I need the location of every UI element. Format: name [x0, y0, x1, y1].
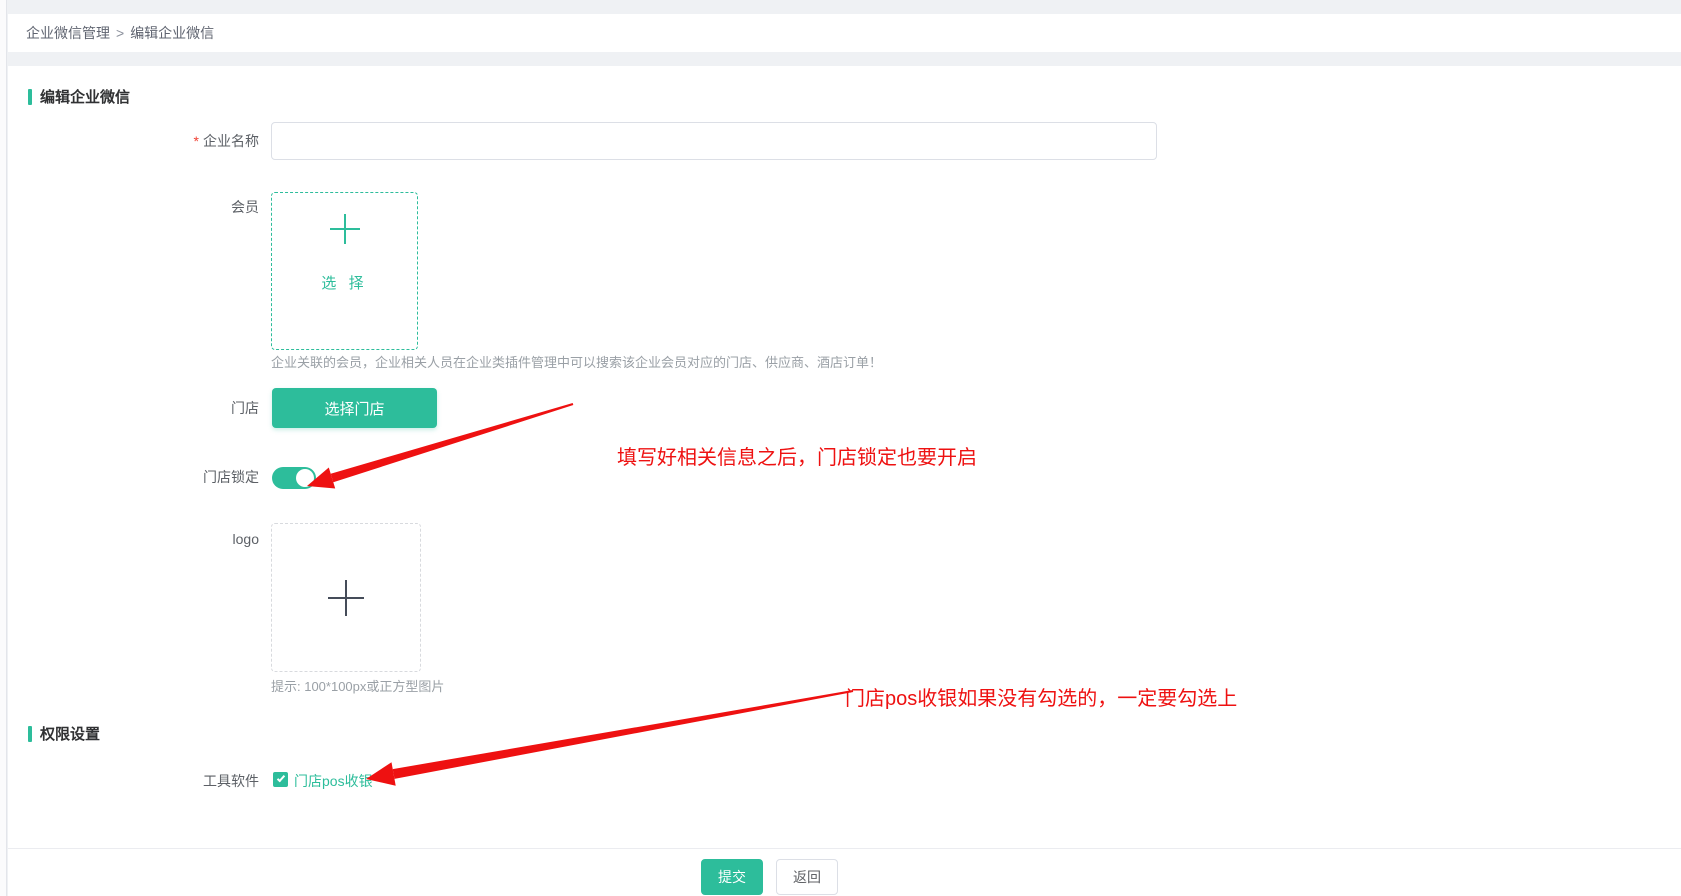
back-button[interactable]: 返回 — [776, 859, 838, 895]
member-label: 会员 — [69, 197, 259, 217]
company-name-label: *企业名称 — [69, 122, 259, 160]
section-title-permission: 权限设置 — [28, 723, 100, 744]
member-upload-box[interactable]: 选 择 — [271, 192, 418, 350]
tool-software-label: 工具软件 — [69, 771, 259, 791]
store-lock-annotation-text: 填写好相关信息之后，门店锁定也要开启 — [617, 441, 977, 470]
section-title-text: 权限设置 — [40, 723, 100, 744]
breadcrumb-item-current: 编辑企业微信 — [130, 23, 214, 43]
store-label: 门店 — [69, 388, 259, 428]
footer-bar: 提交 返回 — [8, 848, 1681, 896]
section-accent-bar — [28, 89, 32, 105]
main-panel: 编辑企业微信 *企业名称 会员 选 择 企业关联的会员，企业相关人员在企业类插件… — [8, 66, 1681, 896]
pos-annotation-text: 门店pos收银如果没有勾选的，一定要勾选上 — [845, 682, 1237, 711]
pos-checkbox-label[interactable]: 门店pos收银 — [294, 771, 373, 791]
company-name-input[interactable] — [271, 122, 1157, 160]
logo-label: logo — [69, 531, 259, 547]
breadcrumb-separator: > — [116, 25, 124, 41]
submit-button[interactable]: 提交 — [701, 859, 763, 895]
store-lock-toggle[interactable] — [272, 467, 316, 489]
check-icon — [277, 774, 285, 783]
breadcrumb-item-parent[interactable]: 企业微信管理 — [26, 23, 110, 43]
select-store-button[interactable]: 选择门店 — [272, 388, 437, 428]
section-title-text: 编辑企业微信 — [40, 86, 130, 107]
member-helper-text: 企业关联的会员，企业相关人员在企业类插件管理中可以搜索该企业会员对应的门店、供应… — [271, 352, 882, 371]
plus-icon — [330, 214, 360, 244]
store-lock-label: 门店锁定 — [69, 466, 259, 488]
pos-checkbox[interactable] — [273, 772, 288, 787]
logo-upload-box[interactable] — [271, 523, 421, 672]
breadcrumb: 企业微信管理 > 编辑企业微信 — [8, 14, 1681, 52]
sidebar-edge — [0, 0, 7, 896]
required-asterisk: * — [194, 133, 199, 149]
section-title-edit: 编辑企业微信 — [28, 86, 130, 107]
member-choose-label: 选 择 — [321, 272, 367, 293]
section-accent-bar — [28, 726, 32, 742]
toggle-knob — [296, 469, 314, 487]
plus-icon — [328, 580, 364, 616]
logo-tip-text: 提示: 100*100px或正方型图片 — [271, 676, 444, 695]
